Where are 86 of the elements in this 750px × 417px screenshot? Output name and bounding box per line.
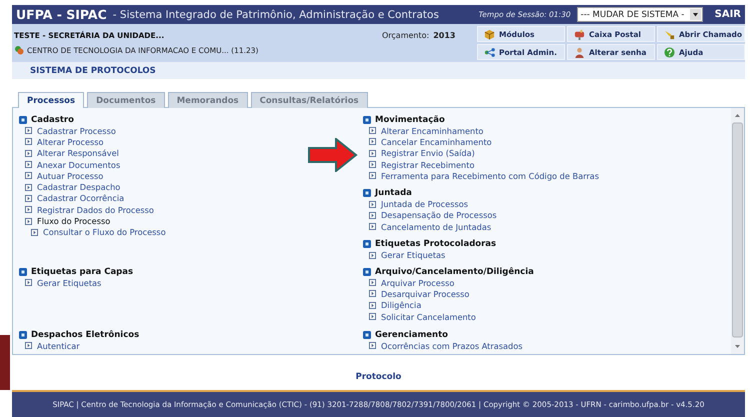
section-bullet-icon bbox=[363, 116, 371, 124]
menu-link[interactable]: Cadastrar Processo bbox=[37, 126, 116, 136]
link-bullet-icon bbox=[369, 200, 376, 208]
menu-link[interactable]: Desarquivar Processo bbox=[381, 288, 470, 299]
link-bullet-icon bbox=[25, 127, 32, 134]
section-title: Movimentação bbox=[375, 114, 445, 124]
menu-link[interactable]: Diligência bbox=[381, 300, 422, 310]
menu-link[interactable]: Cadastrar Ocorrência bbox=[37, 193, 124, 204]
menu-link[interactable]: Alterar Encaminhamento bbox=[381, 126, 484, 136]
app-subtitle: - Sistema Integrado de Patrimônio, Administração e Contratos bbox=[112, 8, 440, 20]
menu-link[interactable]: Alterar Processo bbox=[37, 136, 104, 147]
mailbox-icon bbox=[574, 28, 585, 40]
section-bullet-icon bbox=[363, 268, 371, 276]
link-bullet-icon bbox=[369, 212, 376, 219]
section-title: Arquivo/Cancelamento/Diligência bbox=[375, 266, 534, 276]
section-title: Etiquetas para Capas bbox=[31, 266, 134, 276]
menu-link[interactable]: Ferramenta para Recebimento com Código de Barras bbox=[381, 170, 599, 181]
link-bullet-icon bbox=[369, 302, 376, 309]
section-bullet-icon bbox=[19, 116, 27, 124]
app-name: UFPA - SIPAC bbox=[16, 7, 107, 22]
section-title: Juntada bbox=[375, 188, 412, 198]
menu-link[interactable]: Anexar Documentos bbox=[37, 160, 120, 170]
budget-label: Orçamento: bbox=[382, 31, 430, 42]
menu-link[interactable]: Consultar o Fluxo do Processo bbox=[43, 227, 166, 238]
menu-link[interactable]: Autuar Processo bbox=[37, 170, 104, 181]
section-bullet-icon bbox=[363, 330, 371, 338]
menu-link[interactable]: Ocorrências com Prazos Atrasados bbox=[381, 340, 522, 351]
section-bullet-icon bbox=[363, 240, 371, 248]
module-link[interactable]: Protocolo bbox=[356, 372, 402, 382]
link-bullet-icon bbox=[25, 218, 32, 225]
pointer-arrow bbox=[308, 138, 358, 172]
menu-link[interactable]: Gerar Etiquetas bbox=[37, 278, 102, 288]
menu-link[interactable]: Registrar Dados do Processo bbox=[37, 204, 154, 215]
section-title: Etiquetas Protocoladoras bbox=[375, 238, 496, 249]
menu-link[interactable]: Desapensação de Processos bbox=[381, 210, 497, 220]
network-icon bbox=[484, 46, 495, 58]
link-bullet-icon bbox=[369, 150, 376, 157]
link-bullet-icon bbox=[31, 228, 38, 236]
system-select[interactable]: --- MUDAR DE SISTEMA - bbox=[576, 7, 703, 22]
menu-link[interactable]: Juntada de Processos bbox=[381, 199, 468, 210]
menu-group-label: Fluxo do Processo bbox=[37, 216, 110, 226]
menu-link[interactable]: Autenticar bbox=[37, 340, 80, 351]
person-icon bbox=[574, 46, 585, 58]
link-bullet-icon bbox=[25, 279, 32, 286]
menu-link[interactable]: Cancelar Encaminhamento bbox=[381, 136, 492, 147]
cube-icon bbox=[484, 28, 495, 40]
section-title: Cadastro bbox=[31, 114, 74, 124]
logout-link[interactable]: SAIR bbox=[714, 9, 741, 20]
section-title: Gerenciamento bbox=[375, 330, 448, 340]
scrollbar[interactable] bbox=[731, 108, 744, 354]
link-bullet-icon bbox=[369, 161, 376, 168]
menu-link[interactable]: Solicitar Cancelamento bbox=[381, 312, 476, 322]
system-title: SISTEMA DE PROTOCOLOS bbox=[30, 66, 156, 76]
link-bullet-icon bbox=[25, 206, 32, 214]
menu-link[interactable]: Arquivar Processo bbox=[381, 278, 454, 288]
menu-link[interactable]: Cancelamento de Juntadas bbox=[381, 222, 492, 232]
section-bullet-icon bbox=[19, 268, 27, 276]
link-bullet-icon bbox=[369, 313, 376, 320]
link-bullet-icon bbox=[25, 138, 32, 146]
section-bullet-icon bbox=[363, 188, 371, 197]
menu-link[interactable]: Registrar Recebimento bbox=[381, 160, 474, 170]
budget-year: 2013 bbox=[433, 31, 456, 42]
section-title: Despachos Eletrônicos bbox=[31, 330, 140, 340]
link-bullet-icon bbox=[25, 150, 32, 157]
link-bullet-icon bbox=[25, 184, 32, 191]
link-bullet-icon bbox=[25, 172, 32, 180]
help-icon bbox=[664, 46, 675, 58]
caret-icon bbox=[690, 9, 701, 20]
link-bullet-icon bbox=[25, 161, 32, 168]
link-bullet-icon bbox=[369, 172, 376, 180]
link-bullet-icon bbox=[369, 138, 376, 146]
tab[interactable]: Processos bbox=[18, 92, 84, 108]
menu-link[interactable]: Registrar Envio (Saída) bbox=[381, 148, 475, 158]
link-bullet-icon bbox=[369, 252, 376, 259]
menu-link[interactable]: Alterar Responsável bbox=[37, 148, 119, 158]
menu-link[interactable]: Gerar Etiquetas bbox=[381, 250, 446, 260]
menu-link[interactable]: Cadastrar Despacho bbox=[37, 182, 120, 192]
side-block bbox=[0, 335, 10, 390]
link-bullet-icon bbox=[369, 127, 376, 134]
link-bullet-icon bbox=[25, 342, 32, 350]
link-bullet-icon bbox=[369, 223, 376, 230]
link-bullet-icon bbox=[369, 342, 376, 350]
section-bullet-icon bbox=[19, 330, 27, 338]
link-bullet-icon bbox=[369, 290, 376, 298]
link-bullet-icon bbox=[369, 279, 376, 286]
link-bullet-icon bbox=[25, 194, 32, 202]
